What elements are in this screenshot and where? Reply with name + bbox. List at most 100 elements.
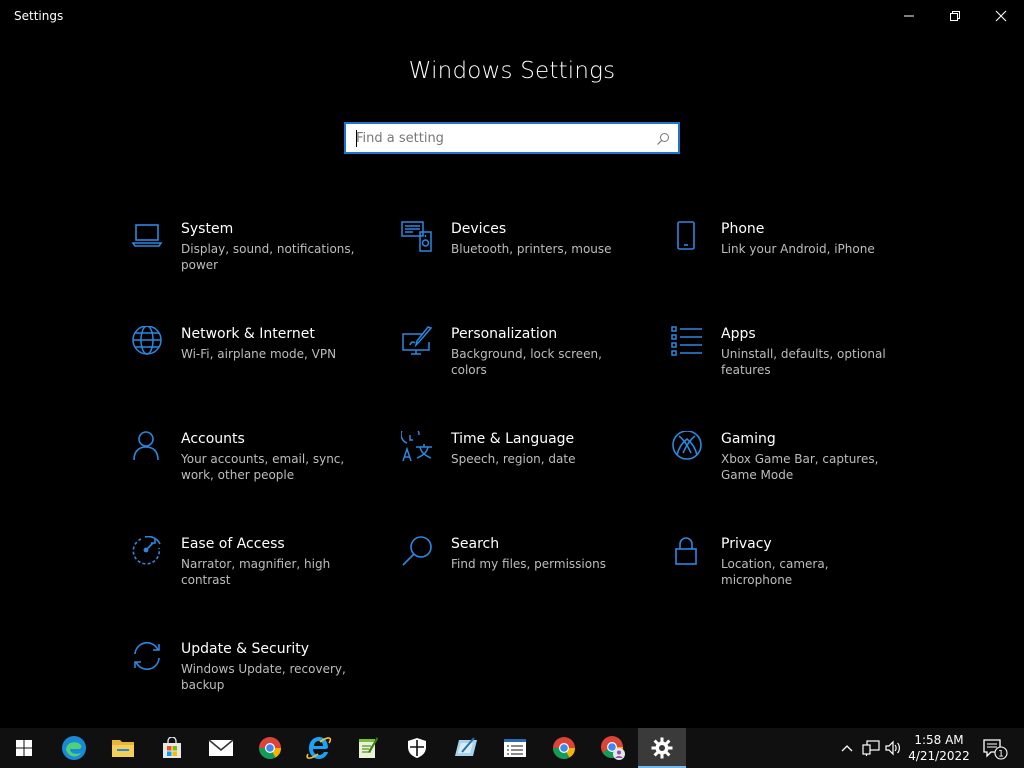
category-description: Uninstall, defaults, optional features — [721, 347, 886, 377]
chrome-icon — [259, 737, 281, 759]
category-description: Display, sound, notifications, power — [181, 242, 355, 272]
internet-explorer-icon — [306, 737, 332, 759]
category-description: Speech, region, date — [451, 452, 576, 466]
category-phone[interactable]: Phone Link your Android, iPhone — [671, 221, 921, 291]
xbox-icon — [671, 431, 705, 465]
file-explorer-icon — [112, 740, 134, 757]
restore-icon — [950, 11, 960, 21]
chrome-icon — [553, 737, 575, 759]
chrome-profile-icon — [601, 736, 625, 760]
category-description: Location, camera, microphone — [721, 557, 829, 587]
category-name: Devices — [451, 221, 507, 237]
category-description: Windows Update, recovery, backup — [181, 662, 346, 692]
category-name: Time & Language — [451, 431, 575, 447]
devices-icon — [401, 221, 435, 255]
taskbar-notepad-plus[interactable] — [344, 728, 392, 768]
category-accounts[interactable]: Accounts Your accounts, email, sync, wor… — [131, 431, 381, 501]
category-description: Wi-Fi, airplane mode, VPN — [181, 347, 337, 361]
notepad-plus-icon — [359, 737, 378, 758]
taskbar-mail[interactable] — [197, 728, 245, 768]
category-description: Find my files, permissions — [451, 557, 606, 571]
category-description: Your accounts, email, sync, work, other … — [181, 452, 345, 482]
category-name: Network & Internet — [181, 326, 315, 342]
ease-of-access-icon — [131, 536, 165, 570]
window-title: Settings — [14, 9, 64, 23]
minimize-icon — [904, 15, 914, 17]
apps-list-icon — [671, 326, 705, 360]
laptop-icon — [131, 221, 165, 255]
taskbar-store[interactable] — [148, 728, 196, 768]
taskbar-internet-explorer[interactable] — [295, 728, 343, 768]
taskbar-paint[interactable] — [442, 728, 490, 768]
category-search[interactable]: Search Find my files, permissions — [401, 536, 651, 606]
store-icon — [163, 737, 181, 758]
network-tray-button[interactable] — [862, 738, 880, 762]
taskbar-clock[interactable]: 1:58 AM 4/21/2022 — [906, 732, 972, 764]
show-hidden-icons-button[interactable] — [840, 738, 854, 762]
phone-icon — [671, 221, 705, 255]
page-title: Windows Settings — [408, 58, 616, 84]
category-description: Narrator, magnifier, high contrast — [181, 557, 331, 587]
search-input[interactable] — [346, 124, 646, 152]
category-name: Privacy — [721, 536, 772, 552]
category-description: Bluetooth, printers, mouse — [451, 242, 612, 256]
restore-button[interactable] — [932, 0, 978, 32]
close-icon — [995, 10, 1007, 22]
taskbar: 1:58 AM 4/21/2022 1 — [0, 728, 1024, 768]
taskbar-chrome[interactable] — [246, 728, 294, 768]
volume-icon — [885, 740, 900, 756]
category-update-security[interactable]: Update & Security Windows Update, recove… — [131, 641, 381, 711]
category-time-language[interactable]: Time & Language Speech, region, date — [401, 431, 651, 501]
time-language-icon — [401, 431, 435, 465]
category-name: Accounts — [181, 431, 245, 447]
category-description: Background, lock screen, colors — [451, 347, 602, 377]
category-system[interactable]: System Display, sound, notifications, po… — [131, 221, 381, 291]
taskbar-chrome-profile[interactable] — [589, 728, 637, 768]
category-devices[interactable]: Devices Bluetooth, printers, mouse — [401, 221, 651, 291]
category-personalization[interactable]: Personalization Background, lock screen,… — [401, 326, 651, 396]
title-bar: Settings — [0, 0, 1024, 32]
category-name: Gaming — [721, 431, 776, 447]
globe-icon — [131, 326, 165, 360]
category-description: Xbox Game Bar, captures, Game Mode — [721, 452, 879, 482]
category-apps[interactable]: Apps Uninstall, defaults, optional featu… — [671, 326, 921, 396]
text-caret — [356, 130, 357, 147]
action-center-button[interactable]: 1 — [982, 738, 1008, 764]
category-ease-of-access[interactable]: Ease of Access Narrator, magnifier, high… — [131, 536, 381, 606]
start-button[interactable] — [0, 728, 48, 768]
minimize-button[interactable] — [886, 0, 932, 32]
clock-date: 4/21/2022 — [908, 749, 970, 763]
taskbar-edge[interactable] — [50, 728, 98, 768]
task-list-icon — [504, 739, 526, 757]
taskbar-defender[interactable] — [393, 728, 441, 768]
category-name: Apps — [721, 326, 756, 342]
taskbar-task-list[interactable] — [491, 728, 539, 768]
paint-icon — [455, 737, 477, 756]
category-name: Ease of Access — [181, 536, 285, 552]
category-description: Link your Android, iPhone — [721, 242, 875, 256]
category-name: Personalization — [451, 326, 558, 342]
lock-icon — [671, 536, 705, 570]
mail-icon — [208, 739, 234, 756]
defender-icon — [408, 738, 426, 758]
category-network-internet[interactable]: Network & Internet Wi-Fi, airplane mode,… — [131, 326, 381, 396]
edge-icon — [62, 736, 86, 760]
category-name: Update & Security — [181, 641, 310, 657]
close-button[interactable] — [978, 0, 1024, 32]
volume-tray-button[interactable] — [884, 738, 902, 762]
category-gaming[interactable]: Gaming Xbox Game Bar, captures, Game Mod… — [671, 431, 921, 501]
notification-icon: 1 — [983, 739, 1008, 760]
settings-gear-icon — [651, 737, 673, 759]
category-privacy[interactable]: Privacy Location, camera, microphone — [671, 536, 921, 606]
person-icon — [131, 431, 165, 465]
category-name: Phone — [721, 221, 765, 237]
paint-monitor-icon — [401, 326, 435, 360]
taskbar-chrome-2[interactable] — [540, 728, 588, 768]
taskbar-settings[interactable] — [638, 728, 686, 768]
category-name: System — [181, 221, 234, 237]
network-icon — [862, 740, 880, 756]
notification-count: 1 — [998, 750, 1004, 760]
sync-arrows-icon — [131, 641, 165, 675]
search-box[interactable] — [344, 122, 680, 154]
taskbar-file-explorer[interactable] — [99, 728, 147, 768]
